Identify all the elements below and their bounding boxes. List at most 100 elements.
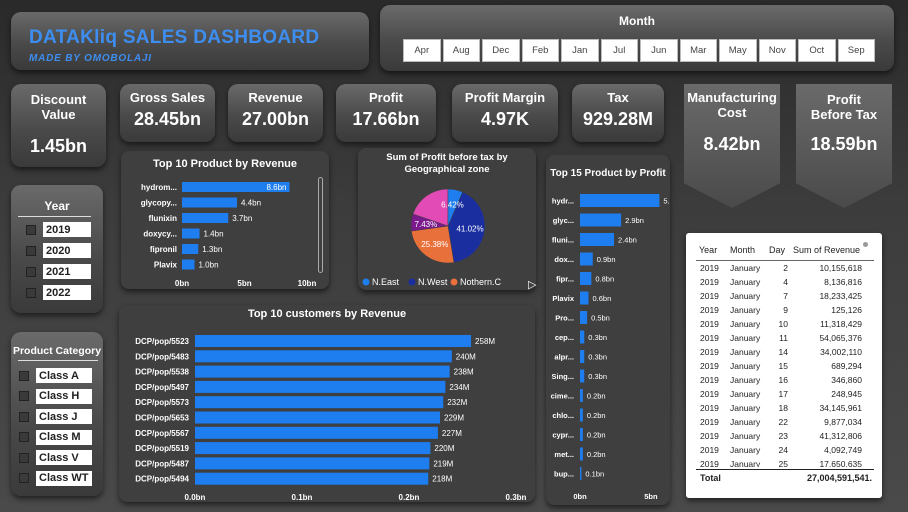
year-option-2022[interactable]: 2022	[26, 285, 91, 300]
month-button-may[interactable]: May	[719, 39, 757, 62]
month-button-aug[interactable]: Aug	[442, 39, 480, 62]
col-month-header[interactable]: Month	[730, 245, 755, 255]
col-day-header[interactable]: Day	[769, 245, 785, 255]
month-button-jun[interactable]: Jun	[640, 39, 678, 62]
month-button-oct[interactable]: Oct	[798, 39, 836, 62]
col-revenue-header[interactable]: Sum of Revenue	[793, 245, 860, 255]
cell-month: January	[730, 291, 761, 301]
bar[interactable]	[580, 272, 592, 285]
bar[interactable]	[580, 233, 615, 246]
bar[interactable]	[182, 213, 229, 223]
category-label: alpr...	[554, 353, 574, 362]
year-option-2019[interactable]: 2019	[26, 222, 91, 237]
cell-year: 2019	[700, 263, 719, 273]
bar[interactable]	[580, 350, 585, 363]
bar[interactable]	[195, 335, 472, 347]
table-row[interactable]: 2019 January 10 11,318,429	[686, 319, 882, 333]
month-button-feb[interactable]: Feb	[521, 39, 559, 62]
month-button-mar[interactable]: Mar	[679, 39, 717, 62]
bar[interactable]	[580, 369, 585, 383]
table-row[interactable]: 2019 January 11 54,065,376	[686, 333, 882, 347]
month-button-jan[interactable]: Jan	[561, 39, 599, 62]
year-checkbox[interactable]	[26, 245, 36, 256]
table-row[interactable]: 2019 January 4 8,136,816	[686, 277, 882, 291]
kpi-discount-card: Discount Value 1.45bn	[11, 84, 106, 167]
chart-scrollbar[interactable]	[318, 177, 323, 273]
bar[interactable]	[195, 365, 450, 378]
category-checkbox[interactable]	[19, 452, 29, 463]
cell-day: 2	[783, 263, 788, 273]
cell-day: 24	[778, 445, 788, 455]
bar[interactable]	[195, 457, 430, 470]
table-row[interactable]: 2019 January 22 9,877,034	[686, 417, 882, 431]
bar[interactable]	[580, 252, 593, 266]
year-option-2021[interactable]: 2021	[26, 264, 91, 279]
category-option-class-a[interactable]: Class A	[19, 368, 92, 383]
cell-day: 10	[778, 319, 788, 329]
month-button-nov[interactable]: Nov	[758, 39, 796, 62]
table-row[interactable]: 2019 January 9 125,126	[686, 305, 882, 319]
table-row[interactable]: 2019 January 23 41,312,806	[686, 431, 882, 445]
bar[interactable]	[182, 244, 199, 254]
kpi-tax-card: Tax 929.28M	[572, 84, 664, 142]
category-option-class-h[interactable]: Class H	[19, 388, 92, 404]
bar[interactable]	[195, 426, 438, 439]
table-row[interactable]: 2019 January 18 34,145,961	[686, 403, 882, 417]
bar[interactable]	[195, 411, 441, 424]
bar[interactable]	[195, 350, 452, 363]
bar[interactable]	[195, 396, 444, 409]
category-checkbox[interactable]	[19, 370, 29, 381]
table-row[interactable]: 2019 January 24 4,092,749	[686, 445, 882, 459]
category-slicer-label: Product Category	[12, 345, 102, 357]
category-checkbox[interactable]	[19, 473, 29, 483]
month-button-apr[interactable]: Apr	[403, 39, 441, 62]
table-scroll-indicator-icon[interactable]	[863, 242, 868, 247]
table-row[interactable]: 2019 January 2 10,155,618	[686, 263, 882, 277]
bar[interactable]	[580, 194, 660, 207]
year-checkbox[interactable]	[26, 224, 36, 235]
table-row[interactable]: 2019 January 25 17,650,635	[686, 459, 882, 467]
bar[interactable]	[580, 311, 588, 324]
bar[interactable]	[195, 472, 429, 485]
category-checkbox[interactable]	[19, 432, 29, 442]
year-checkbox[interactable]	[26, 287, 36, 298]
bar[interactable]	[580, 213, 622, 227]
pie-slice-label: 41.02%	[456, 225, 483, 234]
bar[interactable]	[580, 447, 583, 461]
year-option-2020[interactable]: 2020	[26, 243, 91, 258]
bar[interactable]	[195, 380, 446, 393]
category-option-class-wt[interactable]: Class WT	[19, 470, 92, 486]
category-option-class-m[interactable]: Class M	[19, 429, 92, 445]
month-button-jul[interactable]: Jul	[600, 39, 638, 62]
bar[interactable]	[580, 389, 583, 402]
table-row[interactable]: 2019 January 17 248,945	[686, 389, 882, 403]
month-button-dec[interactable]: Dec	[482, 39, 520, 62]
table-row[interactable]: 2019 January 16 346,860	[686, 375, 882, 389]
data-label: 0.3bn	[588, 333, 607, 342]
col-year-header[interactable]: Year	[699, 245, 717, 255]
table-row[interactable]: 2019 January 7 18,233,425	[686, 291, 882, 305]
category-option-class-v[interactable]: Class V	[19, 450, 92, 465]
bar[interactable]	[580, 428, 583, 441]
kpi-profit-before-tax-card: Profit Before Tax 18.59bn	[796, 84, 892, 208]
cell-month: January	[730, 375, 761, 385]
table-row[interactable]: 2019 January 14 34,002,110	[686, 347, 882, 361]
category-option-class-j[interactable]: Class J	[19, 409, 92, 424]
bar[interactable]	[580, 467, 582, 480]
cell-revenue: 41,312,806	[819, 431, 862, 441]
table-row[interactable]: 2019 January 15 689,294	[686, 361, 882, 375]
bar[interactable]	[195, 442, 431, 455]
bar[interactable]	[580, 330, 585, 344]
data-label: 3.7bn	[232, 214, 252, 223]
month-button-sep[interactable]: Sep	[837, 39, 875, 62]
chart-top15-product-profit: Top 15 Product by Profit hydr...5.6bngly…	[546, 155, 670, 505]
bar[interactable]	[182, 197, 237, 208]
category-checkbox[interactable]	[19, 411, 29, 422]
legend-next-arrow-icon[interactable]: ▷	[528, 278, 536, 291]
category-checkbox[interactable]	[19, 391, 29, 401]
year-checkbox[interactable]	[26, 266, 36, 277]
bar[interactable]	[580, 291, 589, 305]
bar[interactable]	[580, 408, 583, 422]
bar[interactable]	[182, 259, 195, 270]
bar[interactable]	[182, 228, 200, 239]
